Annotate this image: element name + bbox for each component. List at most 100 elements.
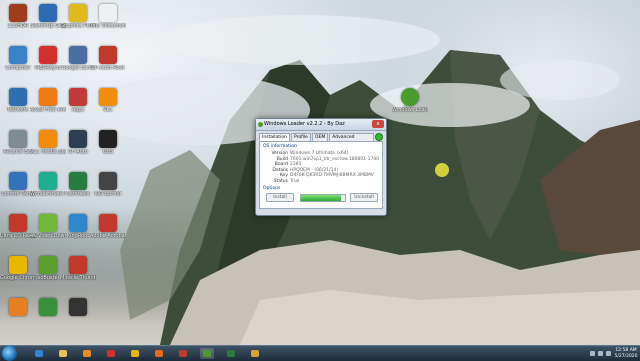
tab-advanced-options[interactable]: Advanced options: [329, 133, 375, 147]
taskbar-button[interactable]: [32, 348, 46, 359]
clock[interactable]: 12:58 AM 5/27/2020: [614, 348, 638, 360]
app-icon: [9, 130, 27, 148]
app-icon: [69, 214, 87, 232]
network-icon[interactable]: [598, 351, 603, 356]
system-tray: 12:58 AM 5/27/2020: [590, 346, 638, 361]
app-icon: [39, 4, 57, 22]
progress-fill: [301, 195, 341, 201]
camtasia-icon: [227, 350, 235, 357]
install-button[interactable]: Install: [266, 193, 294, 202]
app-icon: [69, 88, 87, 106]
app-icon: [99, 88, 117, 106]
taskbar: 12:58 AM 5/27/2020: [0, 345, 640, 361]
taskbar-button[interactable]: [104, 348, 118, 359]
taskbar-button[interactable]: [80, 348, 94, 359]
app-icon: [99, 4, 117, 22]
windows-loader-icon: [203, 350, 211, 357]
app-icon: [69, 130, 87, 148]
chrome-icon: [131, 350, 139, 357]
desktop-icon[interactable]: ISO Burner: [90, 172, 126, 197]
desktop-icon-label: CF-Auto-Root: [91, 65, 125, 71]
explorer-icon: [59, 350, 67, 357]
os-information-heading: OS information: [263, 144, 297, 149]
firefox-icon: [155, 350, 163, 357]
desktop-icon[interactable]: OBS: [90, 130, 126, 155]
app-icon: [99, 214, 117, 232]
status-indicator-icon: [375, 133, 383, 141]
app-icon: [69, 46, 87, 64]
taskbar-button[interactable]: [224, 348, 238, 359]
start-button[interactable]: [2, 346, 17, 361]
desktop-icon-label: OBS: [102, 149, 114, 155]
app-icon: [39, 88, 57, 106]
app-icon: [99, 130, 117, 148]
taskbar-button[interactable]: [176, 348, 190, 359]
os-information-list: Version Windows 7 Ultimate (x64) Build 760…: [264, 151, 379, 184]
volume-icon[interactable]: [606, 351, 611, 356]
tab-installation[interactable]: Installation: [259, 133, 290, 141]
app-icon: [39, 298, 57, 316]
windows-loader-icon: [401, 88, 419, 106]
windows-loader-window: Windows Loader v2.2.2 - By Daz x Install…: [255, 118, 387, 216]
desktop-icon-label: Your Document: [90, 23, 126, 29]
app-icon: [9, 88, 27, 106]
close-button[interactable]: x: [372, 120, 384, 128]
desktop-icon[interactable]: Miracle Thunder: [60, 256, 96, 281]
app-icon: [69, 256, 87, 274]
info-value: 7601.win7sp1_ldr_escrow.180801-1700: [290, 156, 380, 162]
desktop-icon[interactable]: VLC: [90, 88, 126, 113]
taskbar-button[interactable]: [200, 348, 214, 359]
tab-profile[interactable]: Profile: [290, 133, 311, 141]
desktop-icon-label: Adobe Acrobat: [90, 233, 126, 239]
app-icon: [69, 4, 87, 22]
desktop-icon[interactable]: Your Document: [90, 4, 126, 29]
options-heading: Options: [263, 186, 281, 191]
taskbar-button[interactable]: [56, 348, 70, 359]
app-icon: [9, 4, 27, 22]
window-title: Windows Loader v2.2.2 - By Daz: [264, 121, 345, 127]
app-icon: [179, 350, 187, 357]
info-value: Trial: [290, 178, 300, 184]
tab-oem[interactable]: OEM: [311, 133, 329, 141]
desktop-icon[interactable]: CF-Auto-Root: [90, 46, 126, 71]
taskbar-button[interactable]: [152, 348, 166, 359]
app-icon: [39, 46, 57, 64]
app-icon: [39, 130, 57, 148]
desktop-icon-label: VLC: [103, 107, 113, 113]
app-icon: [39, 256, 57, 274]
windows-loader-desktop-icon[interactable]: Windows Loader: [392, 88, 428, 113]
install-progress-bar: [300, 194, 346, 202]
app-icon: [9, 298, 27, 316]
installation-panel: OS information Version Windows 7 Ultimate…: [259, 141, 383, 209]
info-value: D4F6K-QK3RD-TMVMJ-BBMRX-3MBMV: [290, 173, 374, 178]
desktop-icon[interactable]: Adobe Acrobat: [90, 214, 126, 239]
app-icon: [99, 172, 117, 190]
info-key: Status: [273, 178, 288, 184]
tray-arrow-icon[interactable]: [590, 351, 595, 356]
app-icon: [69, 172, 87, 190]
desktop-icon-label: Miracle Thunder: [60, 275, 96, 281]
tab-bar: Installation Profile OEM Advanced option…: [256, 131, 386, 147]
mouse-cursor-highlight: [435, 163, 449, 177]
app-icon: [9, 172, 27, 190]
app-icon: [69, 298, 87, 316]
desktop-icon[interactable]: [60, 298, 96, 317]
media-player-icon: [83, 350, 91, 357]
window-titlebar[interactable]: Windows Loader v2.2.2 - By Daz x: [256, 119, 386, 131]
loader-app-icon: [258, 122, 263, 127]
clock-date: 5/27/2020: [614, 353, 638, 359]
taskbar-button[interactable]: [128, 348, 142, 359]
taskbar-button[interactable]: [248, 348, 262, 359]
app-icon: [9, 256, 27, 274]
app-icon: [99, 46, 117, 64]
ie-icon: [35, 350, 43, 357]
desktop-icon-label: ISO Burner: [94, 191, 122, 197]
opera-icon: [107, 350, 115, 357]
uninstall-button[interactable]: Uninstall: [350, 193, 378, 202]
app-icon: [9, 214, 27, 232]
folder-icon: [251, 350, 259, 357]
app-icon: [39, 214, 57, 232]
info-row-status: Status Trial: [264, 179, 379, 185]
windows-loader-label: Windows Loader: [392, 107, 428, 113]
app-icon: [39, 172, 57, 190]
